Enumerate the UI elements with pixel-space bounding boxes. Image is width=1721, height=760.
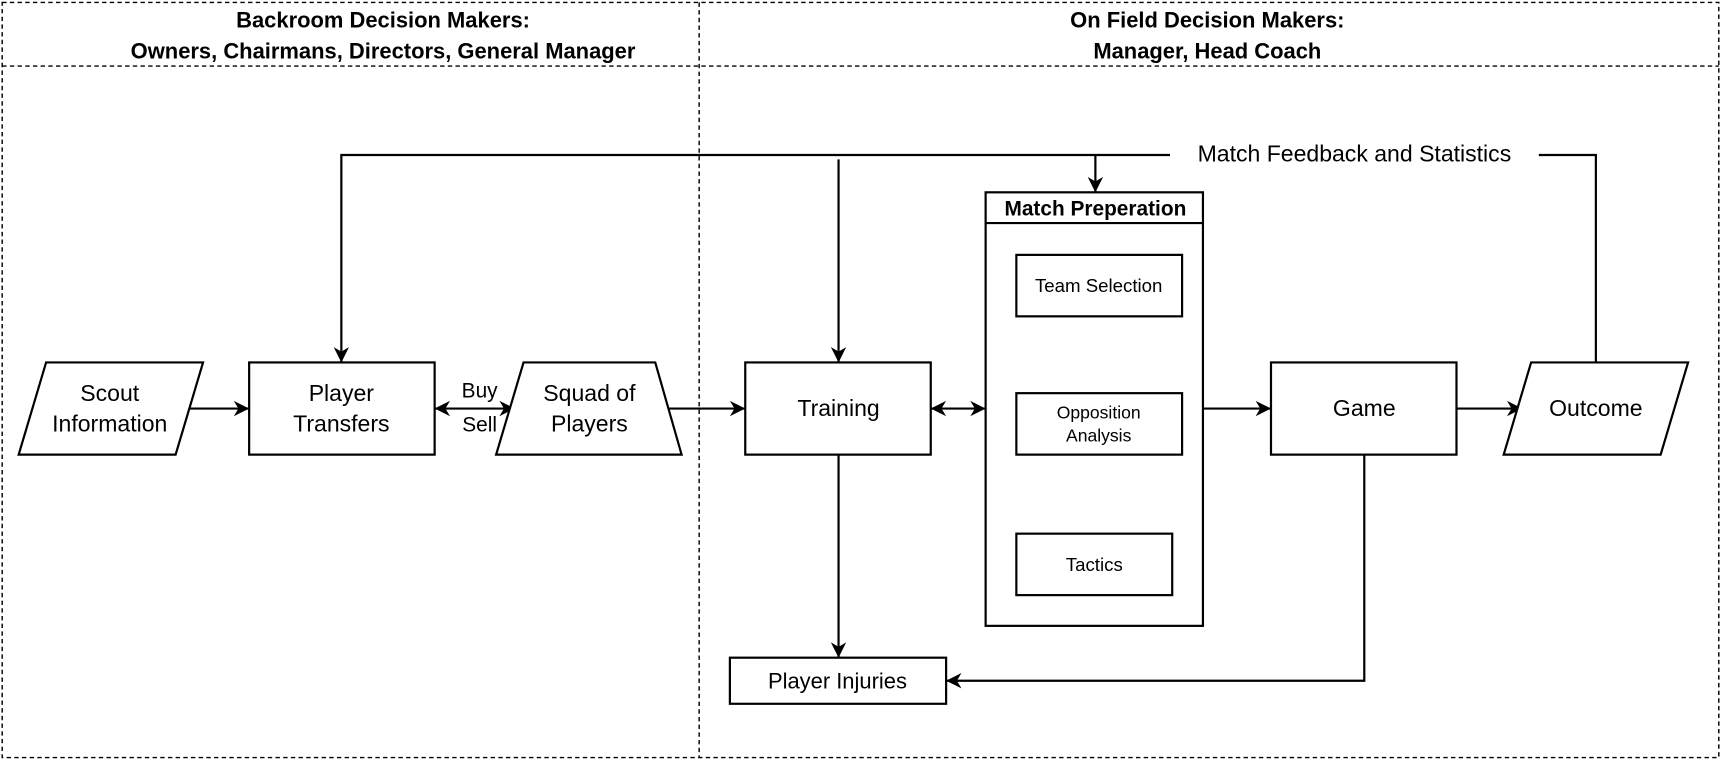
svg-text:Training: Training	[797, 395, 879, 421]
node-outcome[interactable]: Outcome	[1502, 361, 1690, 456]
match-prep-title: Match Preperation	[1004, 197, 1186, 220]
svg-text:Outcome: Outcome	[1549, 395, 1642, 421]
feedback-label: Match Feedback and Statistics	[1198, 141, 1512, 167]
edge-outcome-feedback	[1538, 153, 1597, 363]
node-team-selection[interactable]: Team Selection	[1015, 253, 1184, 318]
svg-text:Squad of: Squad of	[543, 380, 636, 406]
lane-backroom-subtitle: Owners, Chairmans, Directors, General Ma…	[131, 38, 636, 63]
svg-text:Opposition: Opposition	[1057, 402, 1141, 422]
svg-text:Scout: Scout	[80, 380, 139, 406]
svg-text:Players: Players	[551, 411, 628, 437]
node-squad-of-players[interactable]: Squad of Players	[494, 361, 684, 456]
node-scout-information[interactable]: Scout Information	[17, 361, 205, 456]
svg-text:Tactics: Tactics	[1066, 554, 1123, 575]
svg-text:Transfers: Transfers	[293, 411, 389, 437]
lane-onfield-subtitle: Manager, Head Coach	[1093, 38, 1321, 63]
sell-label: Sell	[462, 414, 497, 437]
node-tactics[interactable]: Tactics	[1015, 532, 1174, 597]
lane-onfield-title: On Field Decision Makers:	[1070, 8, 1344, 33]
svg-text:Player Injuries: Player Injuries	[768, 668, 907, 693]
svg-text:Analysis: Analysis	[1066, 425, 1132, 445]
node-opposition-analysis[interactable]: Opposition Analysis	[1015, 392, 1184, 456]
buy-label: Buy	[462, 380, 498, 403]
node-game[interactable]: Game	[1269, 361, 1458, 456]
node-player-injuries[interactable]: Player Injuries	[728, 656, 948, 705]
svg-text:Game: Game	[1333, 395, 1396, 421]
diagram: Backroom Decision Makers: Owners, Chairm…	[1, 1, 1720, 759]
svg-text:Team Selection: Team Selection	[1035, 275, 1162, 296]
node-training[interactable]: Training	[744, 361, 932, 456]
lane-backroom-title: Backroom Decision Makers:	[236, 8, 530, 33]
svg-text:Player: Player	[309, 380, 375, 406]
svg-text:Information: Information	[52, 411, 167, 437]
node-player-transfers[interactable]: Player Transfers	[248, 361, 436, 456]
